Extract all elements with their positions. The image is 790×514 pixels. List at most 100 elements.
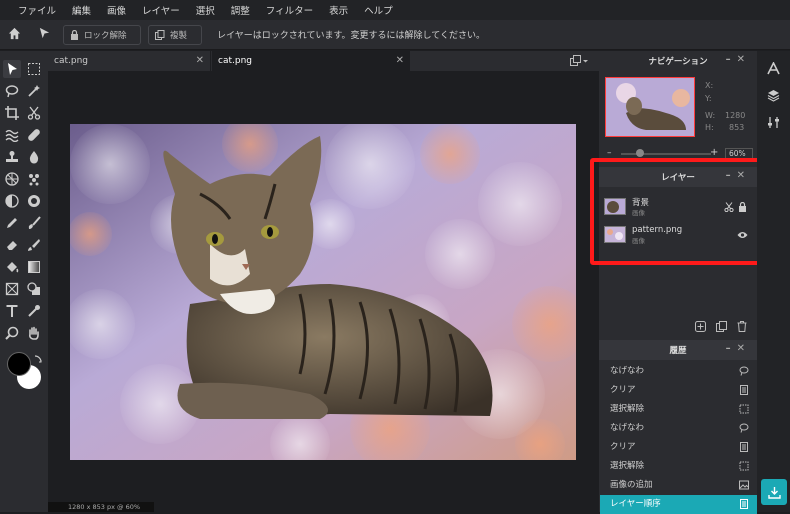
- side-icon-strip: [757, 51, 790, 512]
- export-download-button[interactable]: [761, 479, 787, 505]
- close-icon[interactable]: ✕: [396, 55, 404, 66]
- move-tool-icon[interactable]: [38, 27, 51, 43]
- stamp-tool-icon[interactable]: [3, 148, 21, 166]
- history-title: 履歴: [669, 346, 687, 356]
- pencil-tool-icon[interactable]: [3, 214, 21, 232]
- menu-image[interactable]: 画像: [99, 3, 134, 17]
- scissors-icon[interactable]: [25, 104, 43, 122]
- smudge-tool-icon[interactable]: [25, 236, 43, 254]
- eyedropper-icon[interactable]: [25, 302, 43, 320]
- canvas-image[interactable]: [70, 124, 576, 460]
- marquee-icon: [739, 404, 749, 414]
- burn-tool-icon[interactable]: [25, 192, 43, 210]
- document-tabs: cat.png ✕ cat.png ✕: [48, 51, 599, 71]
- lasso-icon: [739, 423, 749, 433]
- document-icon: [740, 385, 748, 395]
- menu-select[interactable]: 選択: [188, 3, 223, 17]
- crop-tool-icon[interactable]: [3, 104, 21, 122]
- menu-help[interactable]: ヘルプ: [356, 3, 401, 17]
- marquee-tool-icon[interactable]: [25, 60, 43, 78]
- layers-icon[interactable]: [767, 89, 780, 105]
- lock-message: レイヤーはロックされています。変更するには解除してください。: [217, 31, 486, 41]
- close-icon[interactable]: ✕: [196, 55, 204, 66]
- pattern-tool-icon[interactable]: [3, 170, 21, 188]
- window-arrange-icon[interactable]: [570, 55, 588, 70]
- options-toolbar: ロック解除 複製 レイヤーはロックされています。変更するには解除してください。: [0, 20, 790, 50]
- tab-label: cat.png: [54, 56, 88, 66]
- menu-file[interactable]: ファイル: [10, 3, 64, 17]
- lasso-tool-icon[interactable]: [3, 82, 21, 100]
- menu-edit[interactable]: 編集: [64, 3, 99, 17]
- swap-colors-icon[interactable]: [33, 354, 43, 367]
- download-icon: [767, 486, 781, 499]
- hand-tool-icon[interactable]: [25, 324, 43, 342]
- paint-bucket-icon[interactable]: [3, 258, 21, 276]
- menu-filter[interactable]: フィルター: [258, 3, 321, 17]
- panel-controls[interactable]: –✕: [726, 343, 751, 354]
- menu-bar: ファイル 編集 画像 レイヤー 選択 調整 フィルター 表示 ヘルプ: [0, 0, 790, 20]
- image-icon: [739, 480, 749, 490]
- blur-drop-icon[interactable]: [25, 148, 43, 166]
- nav-x-label: X:: [705, 81, 714, 90]
- navigator-viewport[interactable]: [605, 77, 695, 137]
- nav-h-value: 853: [729, 123, 745, 132]
- history-item[interactable]: クリア: [600, 438, 757, 457]
- copy-icon: [155, 30, 165, 40]
- liquify-tool-icon[interactable]: [3, 126, 21, 144]
- dodge-tool-icon[interactable]: [3, 192, 21, 210]
- zoom-slider[interactable]: [621, 153, 711, 155]
- panel-controls[interactable]: –✕: [726, 54, 751, 65]
- history-item[interactable]: 画像の追加: [600, 476, 757, 495]
- home-icon[interactable]: [8, 27, 21, 43]
- duplicate-layer-icon[interactable]: [716, 321, 727, 335]
- zoom-in-icon[interactable]: +: [710, 147, 718, 158]
- navigation-panel-header: ナビゲーション –✕: [599, 51, 757, 71]
- shape-tool-icon[interactable]: [25, 280, 43, 298]
- menu-view[interactable]: 表示: [321, 3, 356, 17]
- highlight-box: [590, 158, 767, 265]
- duplicate-button[interactable]: 複製: [148, 25, 202, 45]
- sponge-tool-icon[interactable]: [25, 170, 43, 188]
- eraser-tool-icon[interactable]: [3, 236, 21, 254]
- healing-tool-icon[interactable]: [25, 126, 43, 144]
- history-item[interactable]: なげなわ: [600, 419, 757, 438]
- add-layer-icon[interactable]: [695, 321, 706, 335]
- text-tool-icon[interactable]: [3, 302, 21, 320]
- lasso-icon: [739, 366, 749, 376]
- history-panel-header: 履歴 –✕: [599, 340, 757, 360]
- unlock-label: ロック解除: [84, 31, 127, 41]
- transform-tool-icon[interactable]: [3, 280, 21, 298]
- foreground-color-swatch[interactable]: [7, 352, 31, 376]
- magic-wand-icon[interactable]: [25, 82, 43, 100]
- navigation-title: ナビゲーション: [648, 57, 708, 67]
- zoom-out-icon[interactable]: –: [607, 148, 612, 158]
- status-bar: 1280 x 853 px @ 60%: [48, 502, 154, 512]
- brush-tool-icon[interactable]: [25, 214, 43, 232]
- history-item[interactable]: 選択解除: [600, 457, 757, 476]
- document-icon: [740, 442, 748, 452]
- nav-w-label: W:: [705, 111, 716, 120]
- tab-label: cat.png: [218, 56, 252, 66]
- zoom-tool-icon[interactable]: [3, 324, 21, 342]
- history-item-active[interactable]: レイヤー順序: [600, 495, 757, 514]
- tab-cat-1[interactable]: cat.png ✕: [48, 51, 211, 71]
- unlock-button[interactable]: ロック解除: [63, 25, 141, 45]
- history-item[interactable]: クリア: [600, 381, 757, 400]
- history-item[interactable]: なげなわ: [600, 362, 757, 381]
- nav-w-value: 1280: [725, 111, 746, 120]
- document-icon: [740, 499, 748, 509]
- status-text: 1280 x 853 px @ 60%: [68, 503, 141, 511]
- duplicate-label: 複製: [170, 31, 188, 41]
- nav-h-label: H:: [705, 123, 714, 132]
- nav-y-label: Y:: [705, 94, 712, 103]
- tab-cat-2[interactable]: cat.png ✕: [212, 51, 410, 71]
- delete-layer-icon[interactable]: [737, 321, 747, 335]
- menu-adjust[interactable]: 調整: [223, 3, 258, 17]
- select-tool-icon[interactable]: [3, 60, 21, 78]
- character-icon[interactable]: [767, 61, 780, 78]
- zoom-slider-handle[interactable]: [636, 149, 644, 157]
- adjustments-icon[interactable]: [767, 116, 780, 132]
- history-item[interactable]: 選択解除: [600, 400, 757, 419]
- menu-layer[interactable]: レイヤー: [134, 3, 188, 17]
- gradient-tool-icon[interactable]: [25, 258, 43, 276]
